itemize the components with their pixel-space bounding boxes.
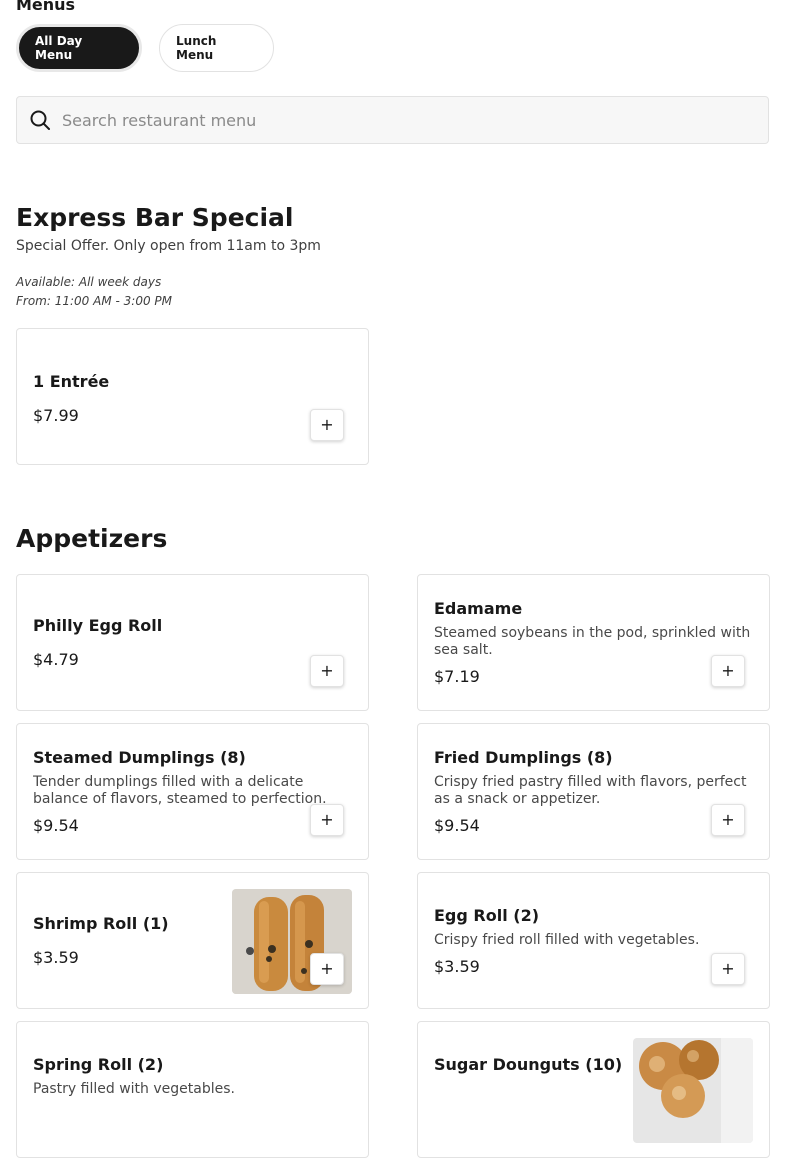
item-description: Steamed soybeans in the pod, sprinkled w… (434, 625, 751, 658)
add-item-button[interactable]: + (310, 953, 344, 985)
menus-heading: Menus (16, 0, 76, 14)
availability-hours: From: 11:00 AM - 3:00 PM (16, 294, 172, 308)
menu-item-card[interactable]: 1 Entrée $7.99 + (16, 328, 369, 465)
search-icon (29, 109, 51, 131)
menu-item-card[interactable]: Philly Egg Roll $4.79 + (16, 574, 369, 711)
add-item-button[interactable]: + (711, 804, 745, 836)
item-name: Fried Dumplings (8) (434, 748, 613, 767)
item-name: Philly Egg Roll (33, 616, 163, 635)
menu-item-card[interactable]: Egg Roll (2) Crispy fried roll filled wi… (417, 872, 770, 1009)
item-price: $9.54 (434, 816, 480, 835)
add-item-button[interactable]: + (310, 409, 344, 441)
item-price: $3.59 (33, 948, 79, 967)
menu-item-card[interactable]: Steamed Dumplings (8) Tender dumplings f… (16, 723, 369, 860)
menu-item-card[interactable]: Edamame Steamed soybeans in the pod, spr… (417, 574, 770, 711)
item-description: Tender dumplings filled with a delicate … (33, 774, 327, 807)
item-price: $7.99 (33, 406, 79, 425)
item-name: Egg Roll (2) (434, 905, 540, 925)
item-price: $4.79 (33, 650, 79, 669)
availability-days: Available: All week days (16, 275, 162, 289)
item-name: Edamame (434, 599, 523, 618)
item-name: Steamed Dumplings (8) (33, 748, 246, 767)
add-item-button[interactable]: + (310, 655, 344, 687)
tab-lunch-menu[interactable]: Lunch Menu (159, 24, 274, 72)
item-name: Shrimp Roll (1) (33, 914, 169, 933)
item-description: Crispy fried pastry filled with flavors,… (434, 774, 747, 807)
search-bar[interactable] (16, 96, 769, 144)
menu-tabs: All Day Menu Lunch Menu (16, 24, 274, 72)
section-title-express-bar-special: Express Bar Special (16, 203, 294, 232)
search-input[interactable] (60, 99, 768, 141)
tab-all-day-menu[interactable]: All Day Menu (16, 24, 142, 72)
item-description: Crispy fried roll filled with vegetables… (434, 931, 700, 948)
section-description: Special Offer. Only open from 11am to 3p… (16, 238, 321, 254)
section-title-appetizers: Appetizers (16, 524, 168, 553)
item-price: $3.59 (434, 956, 480, 976)
item-name: Spring Roll (2) (33, 1055, 164, 1074)
menu-item-card[interactable]: Shrimp Roll (1) $3.59 + (16, 872, 369, 1009)
menu-item-card[interactable]: Spring Roll (2) Pastry filled with veget… (16, 1021, 369, 1158)
menu-item-card[interactable]: Sugar Dounguts (10) (417, 1021, 770, 1158)
add-item-button[interactable]: + (711, 655, 745, 687)
item-description: Pastry filled with vegetables. (33, 1081, 235, 1097)
item-price: $7.19 (434, 667, 480, 686)
add-item-button[interactable]: + (711, 953, 745, 985)
item-name: 1 Entrée (33, 372, 110, 391)
add-item-button[interactable]: + (310, 804, 344, 836)
item-price: $9.54 (33, 816, 79, 835)
item-name: Sugar Dounguts (10) (434, 1055, 623, 1074)
menu-item-card[interactable]: Fried Dumplings (8) Crispy fried pastry … (417, 723, 770, 860)
